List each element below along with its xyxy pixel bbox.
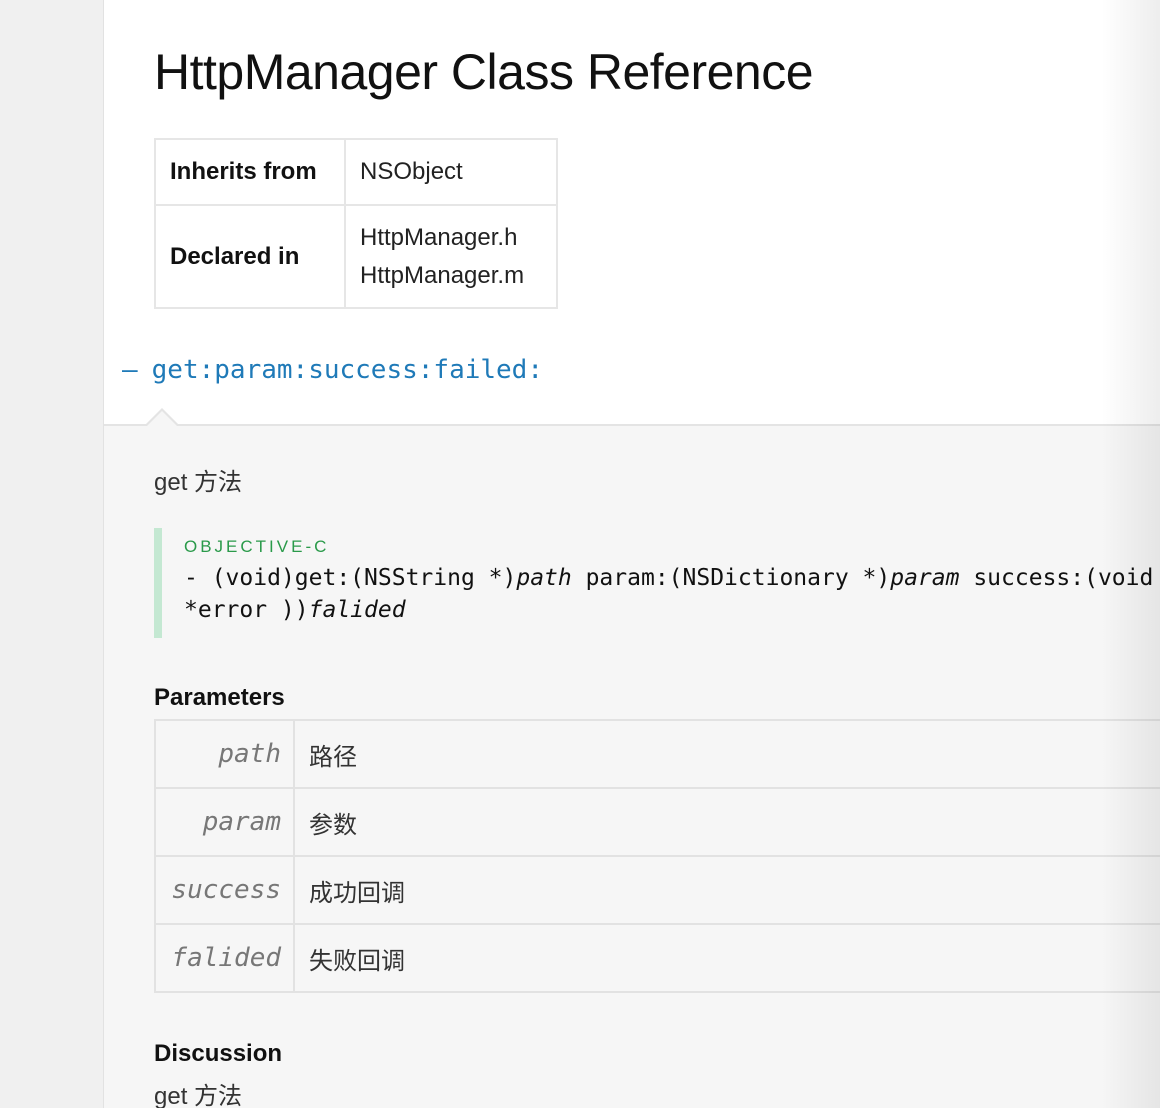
code-dash: - xyxy=(184,565,212,591)
declared-values: HttpManager.h HttpManager.m xyxy=(344,204,558,309)
declared-impl-file: HttpManager.m xyxy=(360,261,525,289)
discussion-title: Discussion xyxy=(154,1040,283,1067)
class-info-table: Inherits from NSObject Declared in HttpM… xyxy=(154,138,558,309)
inherits-value: NSObject xyxy=(344,138,558,206)
parameter-name: path xyxy=(154,719,295,789)
parameter-description: 成功回调 xyxy=(293,855,1160,925)
class-reference-page: HttpManager Class Reference Inherits fro… xyxy=(103,0,1160,1108)
inherits-row: Inherits from NSObject xyxy=(154,138,558,206)
parameter-description: 参数 xyxy=(293,787,1160,857)
parameters-title: Parameters xyxy=(154,684,285,711)
parameter-row: success 成功回调 xyxy=(154,855,1160,925)
code-param-name: path xyxy=(516,565,572,591)
parameter-description: 失败回调 xyxy=(293,923,1160,993)
declaration-line-1: - (void)get:(NSString *)path param:(NSDi… xyxy=(184,562,1160,594)
language-label: OBJECTIVE-C xyxy=(184,537,330,556)
method-heading-link[interactable]: – get:param:success:failed: xyxy=(122,350,543,390)
parameter-row: falided 失败回调 xyxy=(154,923,1160,993)
method-detail-panel: get 方法 OBJECTIVE-C - (void)get:(NSString… xyxy=(104,408,1160,1108)
method-name: get:param:success:failed: xyxy=(151,355,543,385)
parameter-description: 路径 xyxy=(293,719,1160,789)
code-part: (void)get:(NSString *) xyxy=(211,565,517,591)
parameter-row: param 参数 xyxy=(154,787,1160,857)
parameter-name: falided xyxy=(154,923,295,993)
parameter-row: path 路径 xyxy=(154,719,1160,789)
code-part: success:(void ( xyxy=(959,565,1160,591)
panel-pointer xyxy=(144,408,180,427)
code-part: *error )) xyxy=(184,597,309,623)
parameters-table: path 路径 param 参数 success 成功回调 falided 失败… xyxy=(154,719,1160,993)
declared-label: Declared in xyxy=(154,204,346,309)
code-param-name: param xyxy=(890,565,960,591)
instance-method-prefix: – xyxy=(122,355,138,385)
method-declaration-block: OBJECTIVE-C - (void)get:(NSString *)path… xyxy=(154,528,1160,638)
page-title: HttpManager Class Reference xyxy=(154,44,814,100)
parameter-name: success xyxy=(154,855,295,925)
method-abstract: get 方法 xyxy=(154,469,243,496)
declared-row: Declared in HttpManager.h HttpManager.m xyxy=(154,204,558,309)
declared-header-file: HttpManager.h xyxy=(360,223,518,251)
discussion-text: get 方法 xyxy=(154,1083,243,1108)
code-part: param:(NSDictionary *) xyxy=(571,565,891,591)
inherits-label: Inherits from xyxy=(154,138,346,206)
parameter-name: param xyxy=(154,787,295,857)
declaration-line-2: *error ))falided xyxy=(184,594,1160,626)
code-param-name: falided xyxy=(308,597,406,623)
